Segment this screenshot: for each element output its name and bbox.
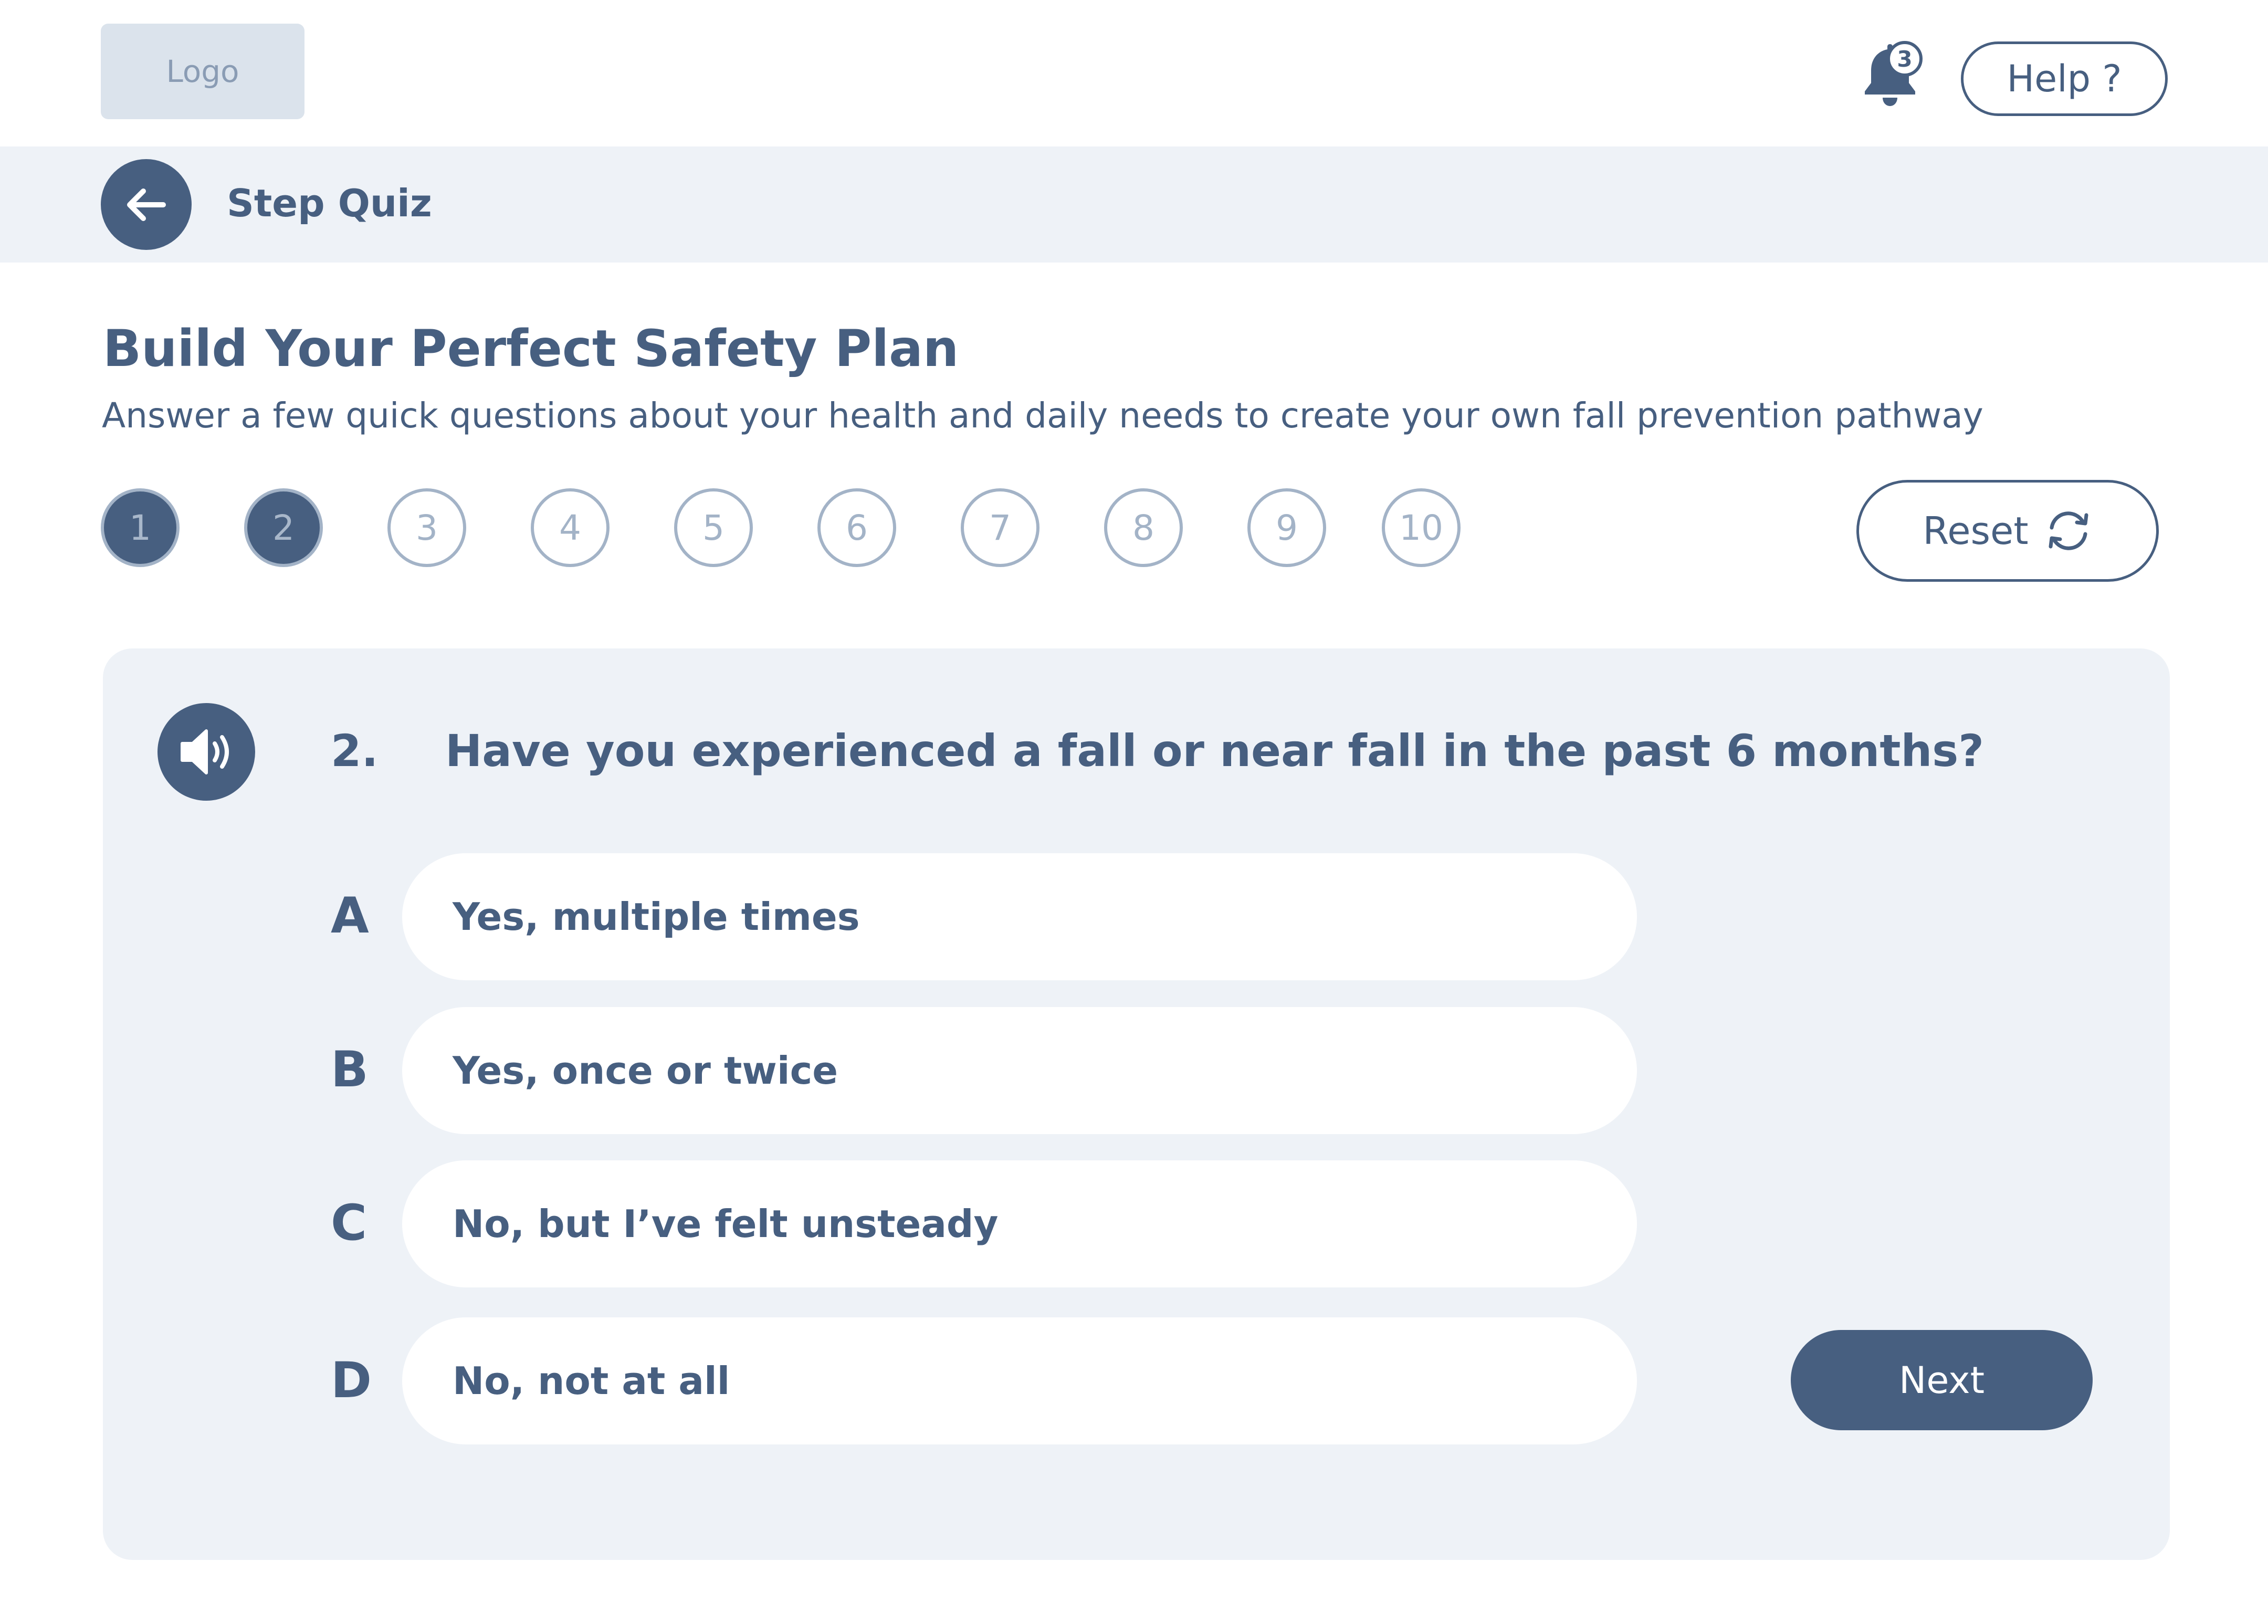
logo-label: Logo [166, 54, 239, 89]
step-8[interactable]: 8 [1104, 488, 1183, 567]
answer-option-d-text: No, not at all [453, 1359, 730, 1403]
step-10[interactable]: 10 [1382, 488, 1461, 567]
help-label: Help ? [2007, 57, 2122, 100]
question-number: 2. [331, 725, 379, 777]
read-aloud-button[interactable] [158, 703, 255, 801]
page-title: Build Your Perfect Safety Plan [103, 319, 959, 378]
step-2[interactable]: 2 [244, 488, 323, 567]
question-text: Have you experienced a fall or near fall… [445, 725, 1984, 777]
notification-badge: 3 [1887, 41, 1923, 77]
option-letter-b: B [331, 1041, 369, 1098]
back-button[interactable] [101, 159, 192, 250]
answer-option-a[interactable]: Yes, multiple times [402, 853, 1637, 980]
refresh-icon [2049, 511, 2088, 550]
help-button[interactable]: Help ? [1961, 41, 2168, 116]
step-5[interactable]: 5 [674, 488, 753, 567]
next-label: Next [1898, 1358, 1985, 1402]
top-header: Logo 3 Help ? [0, 0, 2268, 146]
answer-option-c-text: No, but I’ve felt unsteady [453, 1202, 999, 1246]
speaker-icon [181, 729, 229, 774]
step-6[interactable]: 6 [817, 488, 896, 567]
answer-option-d[interactable]: No, not at all [402, 1317, 1637, 1444]
option-letter-d: D [331, 1352, 372, 1409]
subbar-title: Step Quiz [227, 181, 432, 225]
step-3[interactable]: 3 [387, 488, 466, 567]
arrow-left-icon [127, 188, 166, 221]
step-7[interactable]: 7 [961, 488, 1040, 567]
logo[interactable]: Logo [101, 24, 304, 119]
option-letter-c: C [331, 1195, 367, 1252]
step-4[interactable]: 4 [531, 488, 610, 567]
answer-option-a-text: Yes, multiple times [453, 895, 860, 939]
page-subtitle: Answer a few quick questions about your … [102, 395, 1983, 436]
option-letter-a: A [331, 887, 369, 945]
step-1[interactable]: 1 [101, 488, 180, 567]
answer-option-b-text: Yes, once or twice [453, 1049, 838, 1093]
step-9[interactable]: 9 [1247, 488, 1326, 567]
next-button[interactable]: Next [1791, 1330, 2093, 1430]
answer-option-b[interactable]: Yes, once or twice [402, 1007, 1637, 1134]
reset-label: Reset [1923, 509, 2029, 553]
answer-option-c[interactable]: No, but I’ve felt unsteady [402, 1160, 1637, 1287]
reset-button[interactable]: Reset [1856, 480, 2159, 582]
